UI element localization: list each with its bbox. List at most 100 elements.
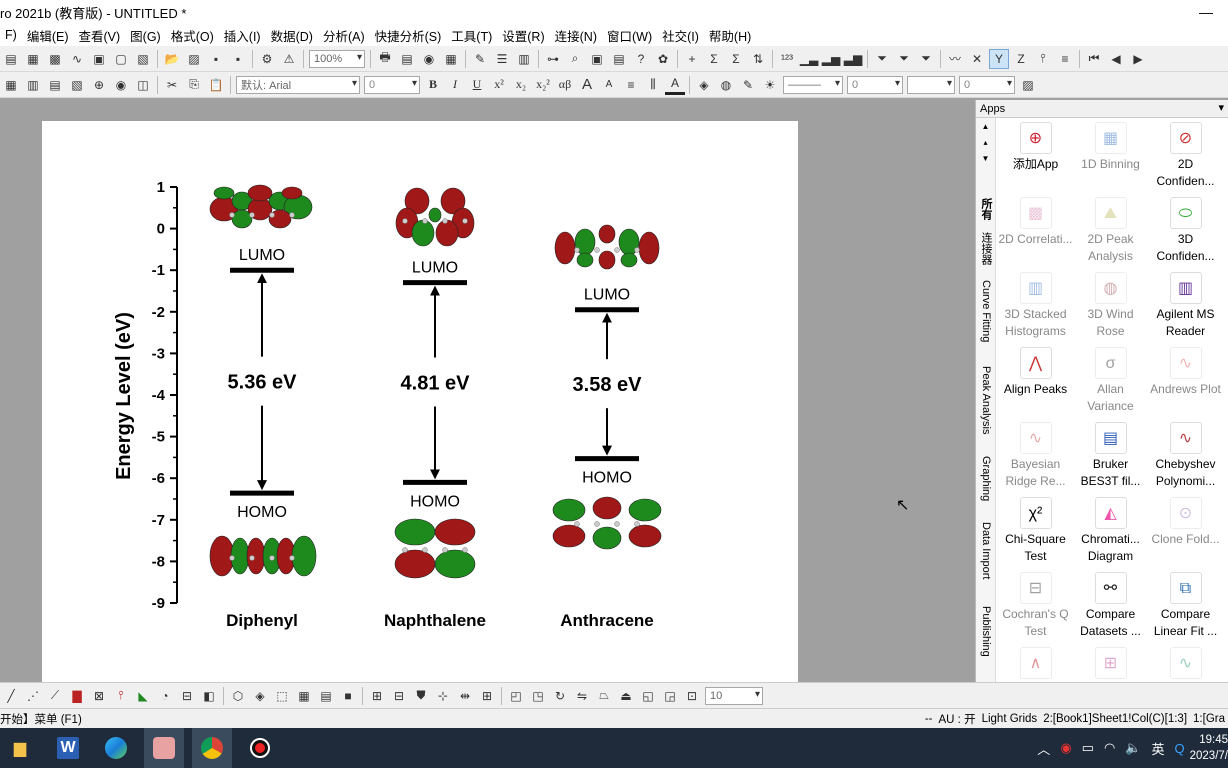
pattern-icon[interactable]: ◍ [716, 75, 736, 95]
ime-indicator[interactable]: 英 [1146, 739, 1169, 758]
workbook-tool-icon[interactable]: ▦ [1, 75, 21, 95]
new-project-icon[interactable]: ▤ [1, 49, 21, 69]
line-symbol-icon[interactable]: ⟋ [45, 686, 65, 706]
set-values-icon[interactable]: ¹²³ [777, 49, 797, 69]
app-item[interactable]: ⊕ 添加App [998, 122, 1073, 197]
scroll-down-icon[interactable]: ▼ [976, 150, 995, 166]
next-icon[interactable]: ▶ [1128, 49, 1148, 69]
menu-edit[interactable]: 编辑(E) [22, 26, 74, 45]
file-explorer-icon[interactable]: ▆ [0, 728, 40, 768]
app-item[interactable]: ⚯ Compare Datasets ... [1073, 572, 1148, 647]
smart-hint-icon[interactable]: ▤ [609, 49, 629, 69]
bold-button[interactable]: B [423, 75, 443, 95]
tab-graphing[interactable]: Graphing [978, 456, 994, 516]
scatter-plot-icon[interactable]: ⋰ [23, 686, 43, 706]
app-item[interactable]: ◍ 3D Wind Rose [1073, 272, 1148, 347]
add-column-icon[interactable]: + [682, 49, 702, 69]
box-plot-icon[interactable]: ⊟ [177, 686, 197, 706]
recalc-manual-icon[interactable]: ⚠ [279, 49, 299, 69]
font-size-select[interactable]: 0 [364, 75, 420, 94]
status-au[interactable]: AU : 开 [936, 711, 979, 727]
underline-button[interactable]: U [467, 75, 487, 95]
histogram-icon[interactable]: ▃▆ [843, 49, 863, 69]
app-item[interactable]: ∿ Chebyshev Polynomi... [1148, 422, 1223, 497]
tab-peak-analysis[interactable]: Peak Analysis [978, 366, 994, 448]
edge-icon[interactable] [96, 728, 136, 768]
menu-view[interactable]: 查看(V) [73, 26, 125, 45]
menu-settings[interactable]: 设置(R) [497, 26, 549, 45]
stack-icon[interactable]: ⏏ [616, 686, 636, 706]
menu-analysis[interactable]: 分析(A) [318, 26, 370, 45]
group-icon[interactable]: ⊞ [367, 686, 387, 706]
command-window-icon[interactable]: ☰ [492, 49, 512, 69]
italic-button[interactable]: I [445, 75, 465, 95]
cut-icon[interactable]: ✂ [162, 75, 182, 95]
layer-icon[interactable]: ◫ [133, 75, 153, 95]
table-tool-icon[interactable]: ▤ [45, 75, 65, 95]
menu-social[interactable]: 社交(I) [657, 26, 704, 45]
supsub-button[interactable]: x₂² [533, 75, 553, 95]
none-icon[interactable]: ≡ [1055, 49, 1075, 69]
results-log-icon[interactable]: ⌕ [565, 49, 585, 69]
tab-data-import[interactable]: Data Import [978, 522, 994, 598]
pie-plot-icon[interactable]: ◔ [155, 686, 175, 706]
app-item[interactable]: ▦ 1D Binning [1073, 122, 1148, 197]
open-icon[interactable]: 📂 [162, 49, 182, 69]
scroll-mid-icon[interactable]: ▴ [976, 134, 995, 150]
duplicate-icon[interactable]: ▦ [441, 49, 461, 69]
app-item[interactable]: ⬭ 3D Confiden... [1148, 197, 1223, 272]
menu-help[interactable]: 帮助(H) [704, 26, 756, 45]
app-item[interactable]: ⊟ Cochran's Q Test [998, 572, 1073, 647]
apps-icon[interactable]: ✿ [653, 49, 673, 69]
column-align-icon[interactable]: ⫼ [643, 75, 663, 95]
back-icon[interactable]: ◳ [528, 686, 548, 706]
app-item[interactable]: ∿ Bayesian Ridge Re... [998, 422, 1073, 497]
sigma-icon[interactable]: Σ [704, 49, 724, 69]
menu-data[interactable]: 数据(D) [266, 26, 318, 45]
network-icon[interactable]: ◠ [1099, 740, 1120, 756]
app-item[interactable]: ⊘ 2D Confiden... [1148, 122, 1223, 197]
status-grids[interactable]: Light Grids [979, 713, 1041, 725]
bar-chart-icon[interactable]: ▁▃ [799, 49, 819, 69]
project-explorer-icon[interactable]: ⊶ [543, 49, 563, 69]
pattern-fill-icon[interactable]: ▨ [1018, 75, 1038, 95]
app-item[interactable]: ⋀ Align Peaks [998, 347, 1073, 422]
open-template-icon[interactable]: ▨ [184, 49, 204, 69]
menu-tools[interactable]: 工具(T) [446, 26, 497, 45]
export-icon[interactable]: ▤ [397, 49, 417, 69]
record-icon[interactable] [240, 728, 280, 768]
menu-connect[interactable]: 连接(N) [550, 26, 602, 45]
layer-front-icon[interactable]: ◱ [638, 686, 658, 706]
app-item[interactable]: ◭ Chromati... Diagram [1073, 497, 1148, 572]
clear-icon[interactable]: ✕ [967, 49, 987, 69]
tab-curve-fitting[interactable]: Curve Fitting [978, 280, 994, 360]
print-icon[interactable]: 🖶 [375, 49, 395, 69]
decrease-font-button[interactable]: A [599, 75, 619, 95]
first-icon[interactable]: ⏮ [1084, 49, 1104, 69]
clock[interactable]: 19:45 2023/7/ [1190, 732, 1228, 764]
new-layout-icon[interactable]: ▣ [89, 49, 109, 69]
fill-color-icon[interactable]: ◈ [694, 75, 714, 95]
filter-icon[interactable]: ⏷ [872, 49, 892, 69]
pin-icon[interactable]: ▾ [1218, 101, 1224, 114]
minimize-button[interactable]: — [1184, 0, 1228, 24]
z-axis-icon[interactable]: Z [1011, 49, 1031, 69]
layer-back-icon[interactable]: ◲ [660, 686, 680, 706]
new-workbook-icon[interactable]: ▦ [23, 49, 43, 69]
trapezoid-icon[interactable]: ⏢ [594, 686, 614, 706]
new-matrix-icon[interactable]: ▩ [45, 49, 65, 69]
app-item[interactable]: ⛰ 2D Peak Analysis [1073, 197, 1148, 272]
sort-icon[interactable]: ⇅ [748, 49, 768, 69]
export-image-icon[interactable]: ▧ [67, 75, 87, 95]
size-select[interactable]: 10 [705, 686, 763, 705]
table-plot-icon[interactable]: ▤ [316, 686, 336, 706]
flip-icon[interactable]: ⇋ [572, 686, 592, 706]
arrange-icon[interactable]: ⊹ [433, 686, 453, 706]
menu-graph[interactable]: 图(G) [125, 26, 166, 45]
line-style-select[interactable]: ——— [783, 75, 843, 94]
qq-icon[interactable]: Q [1170, 741, 1190, 756]
save-template-icon[interactable]: ▪ [228, 49, 248, 69]
greek-button[interactable]: αβ [555, 75, 575, 95]
battery-icon[interactable]: ▭ [1077, 740, 1099, 756]
new-graph-icon[interactable]: ∿ [67, 49, 87, 69]
